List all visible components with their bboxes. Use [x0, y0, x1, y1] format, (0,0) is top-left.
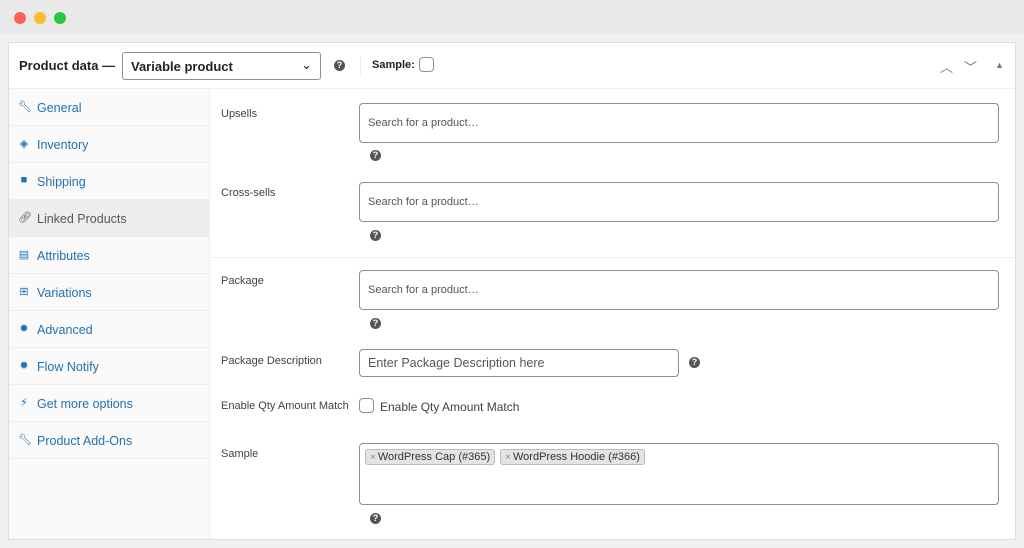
cross-sells-input[interactable]: Search for a product…: [359, 182, 999, 222]
tab-label: Attributes: [37, 249, 90, 263]
tab-flow-notify[interactable]: ✹ Flow Notify: [9, 348, 209, 385]
plugin-icon: ⚡︎: [20, 397, 28, 409]
tab-advanced[interactable]: ✹ Advanced: [9, 311, 209, 348]
list-icon: ▤: [18, 249, 30, 261]
package-description-label: Package Description: [221, 355, 322, 367]
panel-title: Product data —: [19, 58, 116, 73]
tab-label: Get more options: [37, 397, 133, 411]
upsells-label: Upsells: [221, 108, 258, 120]
truck-icon: ■: [20, 174, 28, 186]
wrench-icon: 🔧︎: [18, 101, 32, 113]
remove-tag-icon[interactable]: ×: [505, 452, 511, 463]
package-label: Package: [221, 275, 264, 287]
package-input[interactable]: Search for a product…: [359, 270, 999, 310]
tab-label: Shipping: [37, 175, 86, 189]
upsells-placeholder: Search for a product…: [368, 117, 479, 129]
help-icon[interactable]: ?: [370, 318, 381, 329]
tab-label: Advanced: [37, 323, 93, 337]
help-icon[interactable]: ?: [370, 230, 381, 241]
tab-label: General: [37, 101, 82, 115]
package-placeholder: Search for a product…: [368, 284, 479, 296]
help-icon[interactable]: ?: [689, 357, 700, 368]
sample-checkbox[interactable]: [419, 57, 434, 72]
move-up-icon[interactable]: ︿: [940, 57, 953, 76]
tab-label: Flow Notify: [37, 360, 99, 374]
gear-icon: ✹: [19, 360, 29, 372]
tab-general[interactable]: 🔧︎ General: [9, 89, 209, 126]
upsells-input[interactable]: Search for a product…: [359, 103, 999, 143]
divider: [360, 57, 361, 75]
help-icon[interactable]: ?: [370, 150, 381, 161]
grid-icon: ⊞: [19, 286, 29, 298]
minimize-window-button[interactable]: [34, 12, 46, 24]
gear-icon: ✹: [19, 323, 29, 335]
cross-sells-placeholder: Search for a product…: [368, 196, 479, 208]
qty-match-label: Enable Qty Amount Match: [221, 400, 349, 412]
help-icon[interactable]: ?: [334, 60, 345, 71]
product-data-panel: Product data — Variable product ⌄ ? Sampl…: [8, 42, 1016, 540]
qty-match-checkbox-label[interactable]: Enable Qty Amount Match: [380, 400, 519, 414]
help-icon[interactable]: ?: [370, 513, 381, 524]
tab-linked-products[interactable]: 🔗︎ Linked Products: [9, 200, 209, 237]
move-down-icon[interactable]: ﹀: [964, 57, 977, 76]
package-description-placeholder: Enter Package Description here: [368, 356, 545, 370]
chevron-down-icon: ⌄: [301, 57, 312, 72]
selected-product-tag: × WordPress Cap (#365): [365, 449, 496, 465]
sample-label: Sample:: [372, 59, 415, 71]
tab-attributes[interactable]: ▤ Attributes: [9, 237, 209, 274]
tab-product-add-ons[interactable]: 🔧︎ Product Add-Ons: [9, 422, 209, 459]
tab-variations[interactable]: ⊞ Variations: [9, 274, 209, 311]
tag-label: WordPress Cap (#365): [377, 451, 491, 463]
cross-sells-label: Cross-sells: [221, 187, 276, 199]
product-data-tabs: 🔧︎ General ◈ Inventory ■ Shipping 🔗︎ Linked …: [9, 89, 210, 539]
package-description-input[interactable]: Enter Package Description here: [359, 349, 679, 377]
tab-label: Linked Products: [37, 212, 127, 226]
tag-icon: ◈: [19, 138, 29, 150]
window-titlebar: [0, 0, 1024, 34]
tab-label: Variations: [37, 286, 92, 300]
wrench-icon: 🔧︎: [18, 434, 32, 446]
close-window-button[interactable]: [14, 12, 26, 24]
remove-tag-icon[interactable]: ×: [370, 452, 376, 463]
tab-shipping[interactable]: ■ Shipping: [9, 163, 209, 200]
panel-header: Product data — Variable product ⌄ ? Sampl…: [9, 43, 1015, 89]
product-type-select[interactable]: Variable product ⌄: [122, 52, 321, 80]
qty-match-checkbox[interactable]: [359, 398, 374, 413]
tab-inventory[interactable]: ◈ Inventory: [9, 126, 209, 163]
link-icon: 🔗︎: [18, 212, 32, 224]
tab-label: Inventory: [37, 138, 89, 152]
sample-field-label: Sample: [221, 448, 259, 460]
tag-label: WordPress Hoodie (#366): [512, 451, 640, 463]
selected-product-tag: × WordPress Hoodie (#366): [500, 449, 645, 465]
product-type-value: Variable product: [131, 59, 233, 74]
maximize-window-button[interactable]: [54, 12, 66, 24]
tab-label: Product Add-Ons: [37, 434, 133, 448]
tab-get-more-options[interactable]: ⚡︎ Get more options: [9, 385, 209, 422]
collapse-toggle-icon[interactable]: ▲: [995, 60, 1004, 70]
section-divider: [211, 257, 1016, 258]
sample-products-input[interactable]: × WordPress Cap (#365) × WordPress Hoodie (…: [359, 443, 999, 505]
